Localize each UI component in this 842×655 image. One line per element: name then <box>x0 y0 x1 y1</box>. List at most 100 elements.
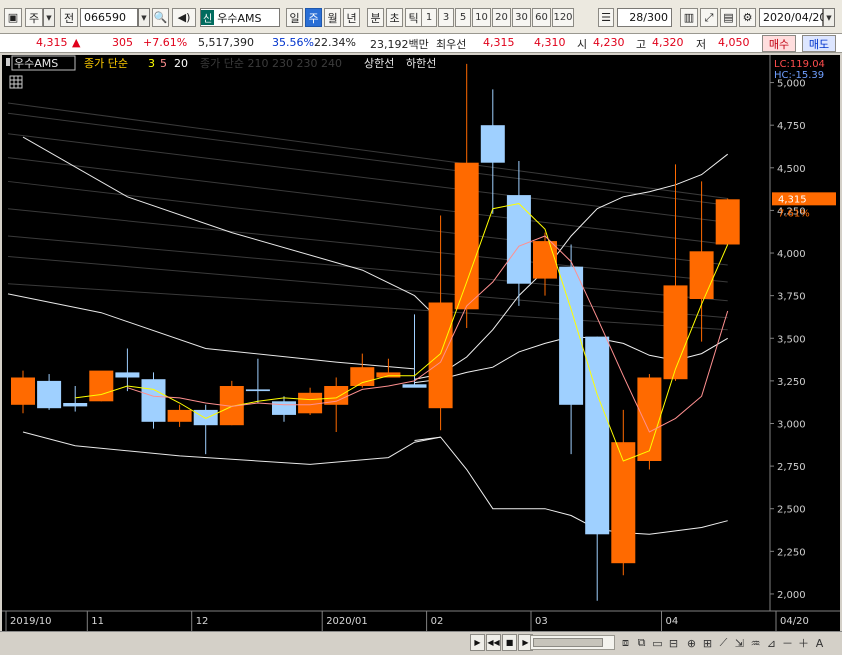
date-field[interactable]: 2020/04/20 <box>759 8 826 27</box>
mode-button[interactable]: 주 <box>25 8 43 27</box>
x-tick-label: 04/20 <box>780 616 809 627</box>
search-icon[interactable]: 🔍 <box>152 8 169 27</box>
x-tick-label: 2020/01 <box>326 616 368 627</box>
candle-body[interactable] <box>428 302 453 409</box>
zoom-in-icon[interactable]: ＋ <box>796 635 811 651</box>
candle-body[interactable] <box>245 389 270 392</box>
candle-body[interactable] <box>167 409 192 422</box>
interval-tab[interactable]: 60 <box>532 8 551 27</box>
stop-icon[interactable]: ■ <box>502 634 517 651</box>
jeon-button[interactable]: 전 <box>60 8 78 27</box>
candle-body[interactable] <box>141 379 166 422</box>
ma-long-upper-line <box>22 136 441 322</box>
line-tool-icon[interactable]: ⟋ <box>716 635 731 651</box>
sell-button[interactable]: 매도 <box>802 35 836 52</box>
ma-long-middle-line <box>7 293 415 370</box>
best-quote-label: 최우선 <box>436 38 467 51</box>
arrow-tool-icon[interactable]: ⇲ <box>732 635 747 651</box>
crosshair-icon[interactable]: ⊕ <box>684 635 699 651</box>
interval-tab[interactable]: 1 <box>421 8 437 27</box>
quote-bar: 4,315 ▲ 305 +7.61% 5,517,390 35.56% 22.3… <box>0 34 842 53</box>
interval-tab[interactable]: 20 <box>492 8 511 27</box>
candle-body[interactable] <box>63 403 88 407</box>
legend-marker-icon <box>6 58 10 66</box>
toolbar: ▣ 주 ▼ 전 066590 ▼ 🔍 ◀) 신 우수AMS 일주월년분초틱 13… <box>0 0 842 34</box>
mode-dropdown-icon[interactable]: ▼ <box>43 8 55 27</box>
scroll-back-icon[interactable]: ◀◀ <box>486 634 501 651</box>
best-bid: 4,310 <box>534 36 566 49</box>
low-label: 저 <box>696 38 707 51</box>
list-icon[interactable]: ☰ <box>598 8 614 27</box>
period-tab[interactable]: 초 <box>386 8 403 27</box>
volume-ratio: 35.56% <box>272 36 314 49</box>
change-amount: 305 <box>112 36 133 49</box>
current-price-tag-label: 4,315 <box>778 194 807 205</box>
interval-tab[interactable]: 30 <box>512 8 531 27</box>
interval-tab[interactable]: 120 <box>552 8 574 27</box>
chart-scrollbar[interactable] <box>530 635 615 650</box>
stock-code-input[interactable]: 066590 <box>80 8 138 27</box>
candle-body[interactable] <box>115 372 140 378</box>
save-icon[interactable]: ▤ <box>720 8 737 27</box>
candle-body[interactable] <box>715 199 740 245</box>
interval-tab[interactable]: 3 <box>438 8 454 27</box>
candle-icon[interactable]: ▥ <box>680 8 698 27</box>
candle-body[interactable] <box>637 377 662 462</box>
candle-body[interactable] <box>480 125 505 163</box>
candle-body[interactable] <box>454 162 479 310</box>
zoom-fit-icon[interactable]: ▭ <box>650 635 665 651</box>
x-tick-label: 04 <box>666 616 679 627</box>
period-tab[interactable]: 일 <box>286 8 303 27</box>
count-field[interactable]: 28/300 <box>617 8 672 27</box>
candle-body[interactable] <box>89 370 114 402</box>
candle-body[interactable] <box>663 285 688 380</box>
candle-body[interactable] <box>533 241 557 279</box>
scrollbar-thumb[interactable] <box>533 638 603 647</box>
fibonacci-icon[interactable]: ♒ <box>748 635 763 651</box>
y-tick-label: 3,000 <box>777 419 806 430</box>
period-tab[interactable]: 분 <box>367 8 384 27</box>
candle-body[interactable] <box>689 251 714 299</box>
trade-amount: 23,192백만 <box>370 38 429 51</box>
period-tab[interactable]: 주 <box>305 8 322 27</box>
candle-body[interactable] <box>506 195 531 284</box>
period-tab[interactable]: 틱 <box>405 8 422 27</box>
candle-body[interactable] <box>350 367 375 386</box>
auto-scale-icon[interactable]: A <box>812 635 827 651</box>
interval-tab[interactable]: 10 <box>472 8 491 27</box>
zoom-window-icon[interactable]: ⧉ <box>634 635 649 651</box>
scroll-start-icon[interactable]: ▶ <box>470 634 485 651</box>
candle-body[interactable] <box>298 392 323 414</box>
settings-icon[interactable]: ⚙ <box>739 8 756 27</box>
period-tab[interactable]: 월 <box>324 8 341 27</box>
date-dropdown-icon[interactable]: ▼ <box>823 8 835 27</box>
candle-body[interactable] <box>272 401 296 415</box>
open-label: 시 <box>577 38 588 51</box>
long-ma-lines <box>7 102 728 331</box>
grid-toggle-icon-lines <box>10 76 22 88</box>
y-tick-label: 2,500 <box>777 505 806 516</box>
interval-tab[interactable]: 5 <box>455 8 471 27</box>
candle-body[interactable] <box>193 409 218 426</box>
candle-body[interactable] <box>402 384 427 388</box>
stock-code-dropdown-icon[interactable]: ▼ <box>138 8 150 27</box>
turnover-rate: 22.34% <box>314 36 356 49</box>
speaker-icon[interactable]: ◀) <box>172 8 196 27</box>
zoom-box-icon[interactable]: ⧈ <box>618 635 633 651</box>
candle-body[interactable] <box>11 377 35 405</box>
indicator-icon[interactable]: ⤢ <box>700 8 718 27</box>
grid-toggle-icon[interactable] <box>9 75 23 89</box>
zoom-out-icon[interactable]: － <box>780 635 795 651</box>
pan-icon[interactable]: ⊞ <box>700 635 715 651</box>
candle-body[interactable] <box>376 372 401 378</box>
candle-body[interactable] <box>37 380 62 409</box>
period-tab[interactable]: 년 <box>343 8 360 27</box>
zoom-range-icon[interactable]: ⊟ <box>666 635 681 651</box>
buy-button[interactable]: 매수 <box>762 35 796 52</box>
chart-type-icon[interactable]: ▣ <box>4 8 22 27</box>
price-chart[interactable]: 2,000 2,250 2,500 2,750 3,000 3,250 3,500 3,750… <box>2 55 840 631</box>
volume: 5,517,390 <box>198 36 254 49</box>
pattern-icon[interactable]: ⊿ <box>764 635 779 651</box>
stock-name-field[interactable]: 신 우수AMS <box>200 8 280 27</box>
chart-canvas[interactable]: 2,000 2,250 2,500 2,750 3,000 3,250 3,500 3,750… <box>2 55 840 631</box>
